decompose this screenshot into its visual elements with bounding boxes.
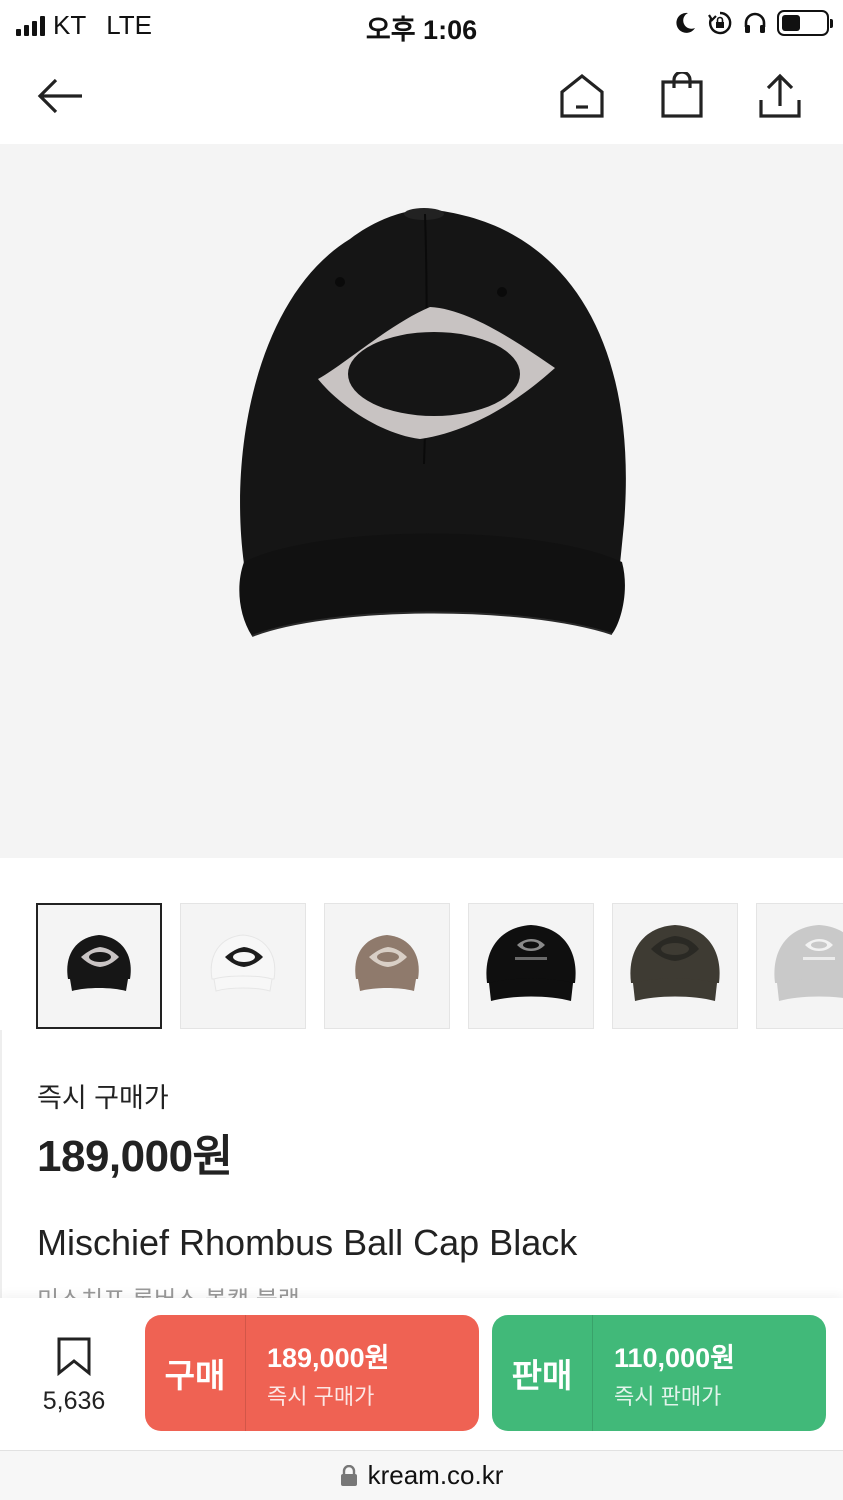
thumbnail-black-wordmark[interactable]	[468, 903, 594, 1029]
cap-thumbnail-image	[486, 925, 576, 1001]
cap-thumbnail-image	[355, 935, 419, 991]
divider	[0, 1030, 2, 1300]
status-right	[673, 10, 833, 36]
buy-sub-label: 즉시 구매가	[267, 1383, 375, 1409]
sell-button[interactable]: 판매 110,000원 즉시 판매가	[492, 1315, 826, 1431]
home-button[interactable]	[554, 68, 610, 124]
ball-cap-image	[239, 208, 626, 637]
price-label: 즉시 구매가	[37, 1083, 169, 1113]
moon-icon	[676, 12, 695, 33]
url-text: kream.co.kr	[367, 1460, 504, 1490]
shopping-bag-button[interactable]	[654, 68, 710, 124]
buy-button[interactable]: 구매 189,000원 즉시 구매가	[145, 1315, 479, 1431]
wishlist-button[interactable]: 5,636	[28, 1336, 120, 1416]
thumbnail-brown[interactable]	[324, 903, 450, 1029]
cap-thumbnail-image	[210, 934, 276, 992]
wishlist-count: 5,636	[42, 1387, 106, 1415]
buy-info: 189,000원 즉시 구매가	[246, 1336, 389, 1411]
url-bar[interactable]: kream.co.kr	[0, 1450, 843, 1500]
product-image[interactable]	[0, 144, 843, 858]
home-icon	[560, 73, 604, 118]
cap-thumbnail-image	[67, 935, 131, 991]
back-arrow-icon	[37, 78, 82, 114]
rotation-lock-icon	[708, 11, 732, 35]
bottom-action-bar: 5,636 구매 189,000원 즉시 구매가 판매 110,000원 즉시 …	[0, 1298, 843, 1450]
lock-icon	[340, 1464, 357, 1486]
sell-info: 110,000원 즉시 판매가	[593, 1336, 735, 1411]
bookmark-icon	[57, 1337, 91, 1377]
sell-price: 110,000원	[614, 1342, 735, 1373]
price-value: 189,000원	[37, 1132, 233, 1181]
cap-thumbnail-image	[774, 925, 843, 1001]
thumbnail-strip	[36, 903, 843, 1029]
share-button[interactable]	[752, 68, 808, 124]
share-icon	[759, 73, 801, 118]
thumbnail-white[interactable]	[180, 903, 306, 1029]
thumbnail-black[interactable]	[36, 903, 162, 1029]
sell-label: 판매	[511, 1357, 573, 1394]
back-button[interactable]	[32, 68, 88, 124]
battery-icon	[777, 10, 833, 36]
buy-price: 189,000원	[267, 1342, 390, 1373]
product-name-korean: 미스치프 롬버스 볼캡 블랙	[37, 1280, 300, 1300]
sell-sub-label: 즉시 판매가	[614, 1383, 722, 1409]
status-bar: KT LTE 오후 1:06	[0, 0, 843, 48]
thumbnail-olive-charcoal[interactable]	[612, 903, 738, 1029]
top-nav	[0, 48, 843, 144]
cap-thumbnail-image	[630, 925, 720, 1001]
buy-label: 구매	[164, 1357, 226, 1394]
shopping-bag-icon	[661, 72, 703, 118]
thumbnail-light-gray[interactable]	[756, 903, 843, 1029]
headphones-icon	[744, 12, 766, 33]
product-name: Mischief Rhombus Ball Cap Black	[37, 1222, 578, 1263]
